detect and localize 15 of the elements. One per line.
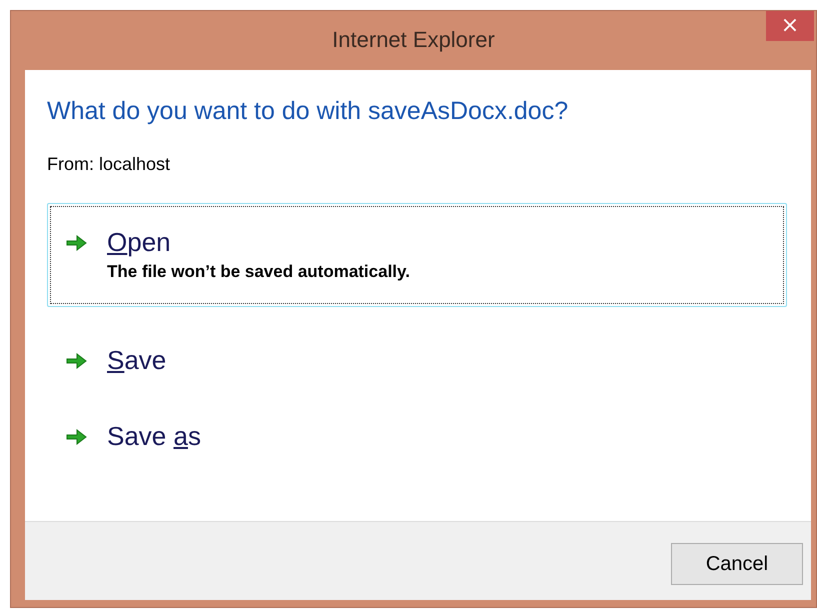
option-item[interactable]: Save as [47,412,787,458]
source-label: From: localhost [47,153,172,176]
close-button[interactable]: × [766,11,814,41]
option-label: Open [107,226,172,259]
arrow-icon [65,426,89,446]
arrow-icon [65,233,89,253]
option-description: The file won’t be saved automatically. [107,261,410,283]
window-title: Internet Explorer [332,26,495,54]
dialog-heading: What do you want to do with saveAsDocx.doc? [47,96,570,127]
option-label: Save [107,344,166,376]
option-label: Save as [107,420,201,452]
cancel-button[interactable]: Cancel [671,543,803,585]
option-item[interactable]: Open The file won’t be saved automatically. [47,203,787,306]
option-item[interactable]: Save [47,336,787,382]
arrow-icon [65,350,89,370]
